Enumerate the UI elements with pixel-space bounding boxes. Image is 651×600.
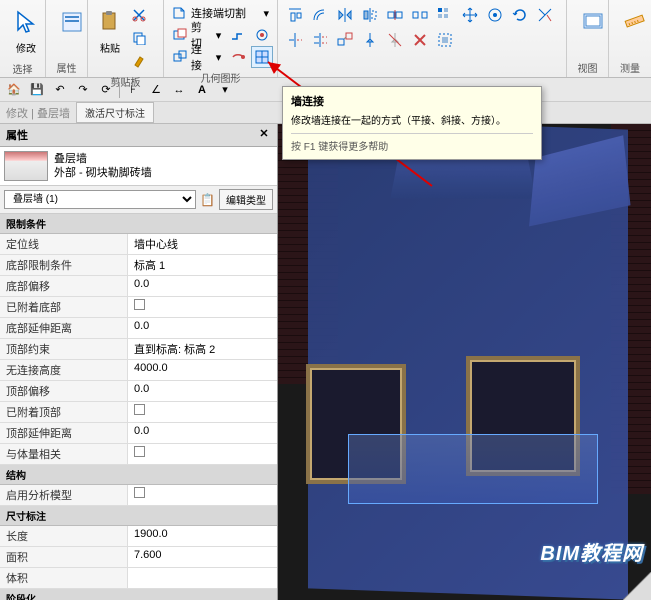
properties-icon [56,6,88,38]
activate-dims-button[interactable]: 激活尺寸标注 [76,102,154,123]
copy-button[interactable] [128,27,150,49]
selection-box [348,434,598,504]
mirror-pick-icon[interactable] [359,4,381,26]
join-button[interactable]: 连接▾ [168,46,225,68]
scale-icon[interactable] [334,29,356,51]
property-row[interactable]: 定位线墙中心线 [0,234,277,255]
unpin-icon[interactable] [384,29,406,51]
mirror-axis-icon[interactable] [334,4,356,26]
cursor-icon [10,6,42,38]
property-row[interactable]: 顶部约束直到标高: 标高 2 [0,339,277,360]
viewport-3d[interactable]: BIM教程网 [278,124,651,600]
delete-icon[interactable] [409,29,431,51]
type-subname: 外部 - 砌块勒脚砖墙 [54,166,273,180]
property-row[interactable]: 已附着底部 [0,297,277,318]
close-icon[interactable]: ✕ [257,127,271,143]
edit-type-button[interactable]: 编辑类型 [219,189,273,210]
cope-button[interactable]: 连接端切割▾ [168,2,273,24]
array-icon[interactable] [434,4,456,26]
sync-icon[interactable]: ⟳ [96,80,116,100]
modify-tool[interactable]: 修改 [4,2,48,59]
properties-palette: 属性 ✕ 叠层墙 外部 - 砌块勒脚砖墙 叠层墙 (1) 📋 编辑类型 限制条件… [0,124,278,600]
notch1-icon[interactable] [227,24,249,46]
ribbon: 修改 选择 属性 粘贴 剪贴板 连接端切割▾ 剪切▾ [0,0,651,78]
tooltip-title: 墙连接 [291,93,533,109]
dropdown-icon[interactable]: ▾ [215,80,235,100]
property-row[interactable]: 底部限制条件标高 1 [0,255,277,276]
property-row[interactable]: 面积7.600 [0,547,277,568]
property-row[interactable]: 长度1900.0 [0,526,277,547]
group-measure: 测量 [613,58,647,75]
property-row[interactable]: 启用分析模型 [0,485,277,506]
demolish-icon[interactable] [227,46,249,68]
trim-single-icon[interactable] [284,29,306,51]
group-icon[interactable] [434,29,456,51]
type-name: 叠层墙 [54,152,273,166]
move-icon[interactable] [459,4,481,26]
offset-icon[interactable] [309,4,331,26]
breadcrumb: 修改 | 叠层墙 [6,105,70,121]
type-selector[interactable]: 叠层墙 外部 - 砌块勒脚砖墙 [0,147,277,186]
property-row[interactable]: 顶部偏移0.0 [0,381,277,402]
align-icon[interactable] [284,4,306,26]
text-icon[interactable]: A [192,80,212,100]
property-row[interactable]: 顶部延伸距离0.0 [0,423,277,444]
property-row[interactable]: 已附着顶部 [0,402,277,423]
palette-title: 属性 ✕ [0,124,277,147]
align-icon[interactable]: ⊦ [123,80,143,100]
save-icon[interactable]: 💾 [27,80,47,100]
redo-icon[interactable]: ↷ [73,80,93,100]
paste-icon [94,6,126,38]
measure-icon [619,6,651,38]
group-props: 属性 [50,58,83,75]
angle-icon[interactable]: ∠ [146,80,166,100]
split-gap-icon[interactable] [409,4,431,26]
measure-button[interactable] [613,2,651,42]
notch2-icon[interactable] [251,24,273,46]
tooltip: 墙连接 修改墙连接在一起的方式（平接、斜接、方接）。 按 F1 键获得更多帮助 [282,86,542,160]
type-thumbnail [4,151,48,181]
property-grid: 限制条件定位线墙中心线底部限制条件标高 1底部偏移0.0已附着底部底部延伸距离0… [0,214,277,600]
copy-mod-icon[interactable] [484,4,506,26]
trim-icon[interactable] [534,4,556,26]
home-icon[interactable]: 🏠 [4,80,24,100]
undo-icon[interactable]: ↶ [50,80,70,100]
page-curl [623,572,651,600]
edit-type-icon: 📋 [200,193,215,207]
paste-button[interactable]: 粘贴 [92,2,128,72]
dim-icon[interactable]: ↔ [169,80,189,100]
property-row[interactable]: 与体量相关 [0,444,277,465]
wall-joins-button[interactable] [251,46,273,68]
tooltip-desc: 修改墙连接在一起的方式（平接、斜接、方接）。 [291,112,533,127]
property-row[interactable]: 底部偏移0.0 [0,276,277,297]
property-row[interactable]: 体积 [0,568,277,589]
property-row[interactable]: 无连接高度4000.0 [0,360,277,381]
filter-select[interactable]: 叠层墙 (1) [4,190,196,209]
group-view: 视图 [571,58,604,75]
pin-icon[interactable] [359,29,381,51]
tooltip-hint: 按 F1 键获得更多帮助 [291,133,533,153]
property-row[interactable]: 底部延伸距离0.0 [0,318,277,339]
cut-button[interactable] [128,4,150,26]
match-button[interactable] [128,50,150,72]
split-icon[interactable] [384,4,406,26]
trim-multi-icon[interactable] [309,29,331,51]
watermark: BIM教程网 [540,537,643,566]
view-icon [577,6,609,38]
rotate-icon[interactable] [509,4,531,26]
group-select: 选择 [4,59,41,76]
